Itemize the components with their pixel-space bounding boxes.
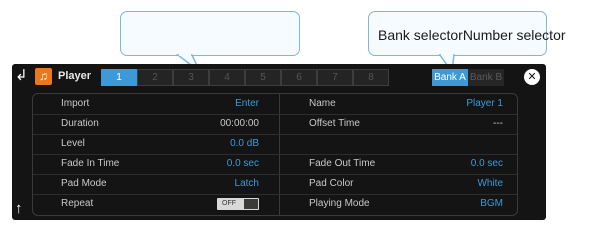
number-button-5[interactable]: 5	[245, 69, 281, 86]
param-label: Playing Mode	[309, 198, 370, 209]
parameter-grid: Import Enter Name Player 1 Duration 00:0…	[32, 93, 518, 216]
number-selector-callout	[120, 11, 300, 56]
param-label: Import	[61, 98, 90, 109]
param-row: Duration 00:00:00 Offset Time ---	[33, 114, 517, 134]
toggle-knob	[244, 199, 258, 209]
param-row: Level 0.0 dB	[33, 134, 517, 154]
playing-mode-value[interactable]: BGM	[480, 198, 503, 209]
close-icon[interactable]: ✕	[524, 69, 540, 85]
page-title: Player	[58, 70, 92, 82]
return-arrow-icon[interactable]: ↲	[15, 68, 31, 84]
number-button-4[interactable]: 4	[209, 69, 245, 86]
number-button-2[interactable]: 2	[137, 69, 173, 86]
param-label: Level	[61, 138, 85, 149]
player-panel: ↲ ♫ Player 1 2 3 4 5 6 7 8 Bank A Bank B…	[12, 64, 546, 220]
number-button-7[interactable]: 7	[317, 69, 353, 86]
param-label: Pad Mode	[61, 178, 107, 189]
param-label: Repeat	[61, 198, 94, 209]
pad-mode-value[interactable]: Latch	[235, 178, 259, 189]
bank-selector-callout-text: Bank selectorNumber selector	[378, 27, 566, 43]
param-row: Import Enter Name Player 1	[33, 94, 517, 114]
number-selector: 1 2 3 4 5 6 7 8	[101, 69, 389, 86]
duration-value: 00:00:00	[220, 118, 259, 129]
name-value[interactable]: Player 1	[466, 98, 503, 109]
param-label: Duration	[61, 118, 99, 129]
offset-time-value[interactable]: ---	[493, 118, 503, 129]
bank-selector: Bank A Bank B	[432, 69, 504, 86]
param-label: Pad Color	[309, 178, 354, 189]
param-label: Fade Out Time	[309, 158, 376, 169]
pad-color-value[interactable]: White	[477, 178, 503, 189]
number-button-3[interactable]: 3	[173, 69, 209, 86]
param-row: Repeat OFF Playing Mode BGM	[33, 194, 517, 214]
number-button-6[interactable]: 6	[281, 69, 317, 86]
bank-b-button[interactable]: Bank B	[468, 69, 504, 86]
param-label: Name	[309, 98, 336, 109]
fade-out-time-value[interactable]: 0.0 sec	[471, 158, 503, 169]
param-label: Offset Time	[309, 118, 360, 129]
music-note-icon: ♫	[35, 68, 52, 85]
player-top-bar: ↲ ♫ Player 1 2 3 4 5 6 7 8 Bank A Bank B…	[12, 64, 546, 91]
repeat-toggle-label: OFF	[222, 200, 236, 207]
repeat-toggle[interactable]: OFF	[217, 198, 259, 210]
bank-selector-callout: Bank selectorNumber selector	[368, 11, 566, 56]
param-row: Pad Mode Latch Pad Color White	[33, 174, 517, 194]
param-row: Fade In Time 0.0 sec Fade Out Time 0.0 s…	[33, 154, 517, 174]
number-button-8[interactable]: 8	[353, 69, 389, 86]
level-value[interactable]: 0.0 dB	[230, 138, 259, 149]
number-button-1[interactable]: 1	[101, 69, 137, 86]
import-value[interactable]: Enter	[235, 98, 259, 109]
param-label: Fade In Time	[61, 158, 120, 169]
up-arrow-icon[interactable]: ↑	[15, 200, 23, 217]
bank-a-button[interactable]: Bank A	[432, 69, 468, 86]
fade-in-time-value[interactable]: 0.0 sec	[227, 158, 259, 169]
